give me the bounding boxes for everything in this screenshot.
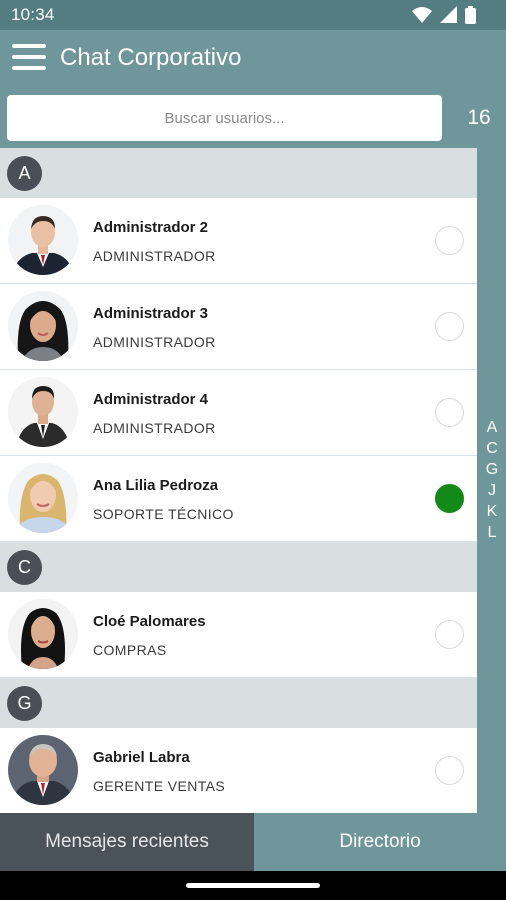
index-letter-l[interactable]: L (483, 522, 501, 543)
app-bar: Chat Corporativo (0, 30, 506, 90)
status-indicator (435, 484, 464, 513)
index-letter-k[interactable]: K (483, 501, 501, 522)
status-indicator (435, 312, 464, 341)
tab-recent-messages[interactable]: Mensajes recientes (0, 813, 254, 871)
contact-name: Ana Lilia Pedroza (93, 477, 219, 494)
status-bar: 10:34 (0, 0, 506, 30)
status-indicator (435, 756, 464, 785)
user-count: 16 (467, 106, 491, 129)
contact-name: Administrador 4 (93, 391, 209, 408)
bottom-nav: Mensajes recientes Directorio (0, 813, 506, 871)
status-indicator (435, 620, 464, 649)
search-input[interactable] (7, 95, 442, 141)
contact-row[interactable]: Cloé Palomares COMPRAS (0, 592, 477, 678)
contact-row[interactable]: Administrador 3 ADMINISTRADOR (0, 284, 477, 370)
wifi-icon (412, 7, 433, 23)
avatar (8, 205, 78, 275)
alphabet-index[interactable]: A C G J K L (483, 417, 501, 543)
contact-role: ADMINISTRADOR (93, 420, 216, 436)
contact-row[interactable]: Administrador 2 ADMINISTRADOR (0, 198, 477, 284)
contact-role: GERENTE VENTAS (93, 778, 226, 794)
avatar (8, 291, 78, 361)
section-header-g: G (0, 678, 477, 728)
section-letter: A (7, 156, 42, 191)
contact-row[interactable]: Ana Lilia Pedroza SOPORTE TÉCNICO (0, 456, 477, 542)
status-icons (409, 6, 476, 24)
contact-row[interactable]: Gabriel Labra GERENTE VENTAS (0, 728, 477, 813)
section-header-a: A (0, 148, 477, 198)
status-time: 10:34 (11, 5, 55, 24)
contact-list[interactable]: A Administrador 2 ADMINISTRADOR Administ… (0, 148, 477, 813)
battery-icon (465, 6, 476, 24)
contact-name: Administrador 3 (93, 305, 209, 322)
status-indicator (435, 398, 464, 427)
signal-icon (439, 6, 457, 23)
contact-role: COMPRAS (93, 642, 167, 658)
contact-role: ADMINISTRADOR (93, 334, 216, 350)
index-letter-j[interactable]: J (483, 480, 501, 501)
search-row: 16 (0, 90, 506, 148)
tab-directory[interactable]: Directorio (254, 813, 506, 871)
avatar (8, 735, 78, 805)
contact-name: Gabriel Labra (93, 749, 190, 766)
index-letter-g[interactable]: G (483, 459, 501, 480)
contact-role: ADMINISTRADOR (93, 248, 216, 264)
avatar (8, 377, 78, 447)
menu-icon[interactable] (12, 42, 48, 74)
status-indicator (435, 226, 464, 255)
contact-row[interactable]: Administrador 4 ADMINISTRADOR (0, 370, 477, 456)
contact-name: Administrador 2 (93, 219, 209, 236)
index-letter-a[interactable]: A (483, 417, 501, 438)
system-nav-bar (0, 871, 506, 900)
section-header-c: C (0, 542, 477, 592)
contact-role: SOPORTE TÉCNICO (93, 506, 234, 522)
gesture-handle[interactable] (186, 883, 320, 888)
avatar (8, 599, 78, 669)
section-letter: G (7, 686, 42, 721)
avatar (8, 463, 78, 533)
section-letter: C (7, 550, 42, 585)
contact-name: Cloé Palomares (93, 613, 206, 630)
app-title: Chat Corporativo (60, 44, 242, 71)
index-letter-c[interactable]: C (483, 438, 501, 459)
